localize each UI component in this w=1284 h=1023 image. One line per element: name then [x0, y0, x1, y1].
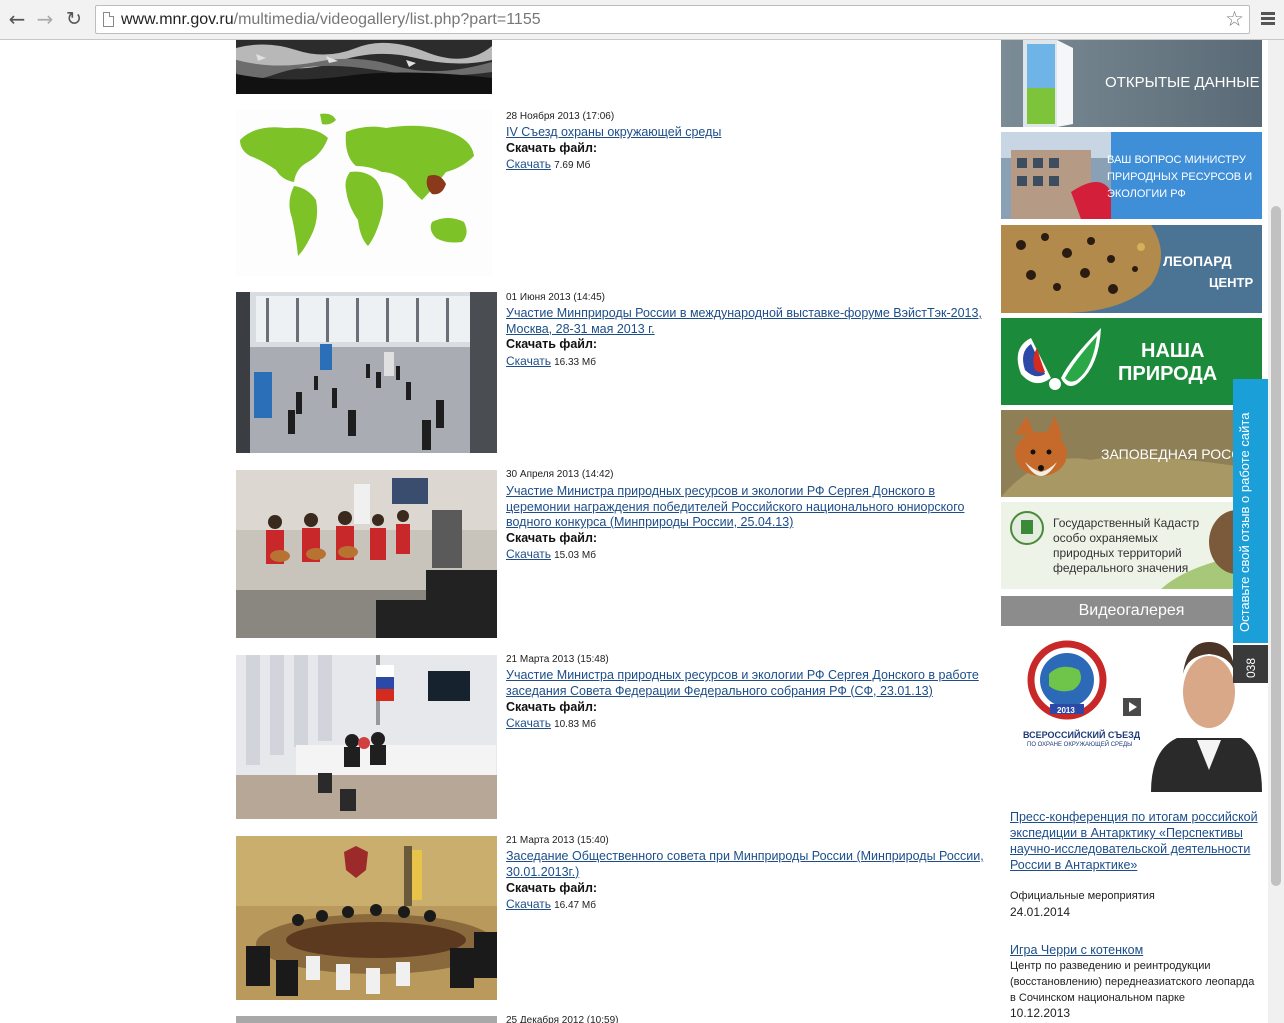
video-thumbnail[interactable] [236, 40, 492, 94]
url-host: www.mnr.gov.ru [121, 11, 234, 28]
video-thumbnail[interactable] [236, 292, 497, 453]
browser-toolbar: ← → ↻ www.mnr.gov.ru/multimedia/videogal… [0, 0, 1284, 40]
download-row: Скачать 16.33 Мб [506, 354, 596, 368]
nasha-priroda-line1: НАША [1141, 340, 1205, 362]
question-minister-banner[interactable]: ВАШ ВОПРОС МИНИСТРУ ПРИРОДНЫХ РЕСУРСОВ И… [1001, 132, 1262, 219]
video-date: 28 Ноября 2013 (17:06) [506, 111, 615, 122]
video-date: 21 Марта 2013 (15:48) [506, 654, 609, 665]
news-date: 10.12.2013 [1010, 1006, 1071, 1020]
file-size: 15.03 Мб [554, 550, 596, 561]
leopard-center-line1: ЛЕОПАРД [1163, 253, 1232, 269]
news-title-link[interactable]: Игра Черри с котенком [1010, 942, 1258, 958]
download-row: Скачать 10.83 Мб [506, 716, 596, 730]
video-title-link[interactable]: Участие Минприроды России в международно… [506, 306, 984, 337]
bookmark-star-icon[interactable]: ☆ [1225, 7, 1244, 31]
download-link[interactable]: Скачать [506, 354, 551, 368]
download-label: Скачать файл: [506, 337, 598, 351]
download-row: Скачать 15.03 Мб [506, 547, 596, 561]
zapovednaya-banner[interactable]: ЗАПОВЕДНАЯ РОСС [1001, 410, 1262, 497]
featured-video[interactable]: 2013 ВСЕРОССИЙСКИЙ СЪЕЗД ПО ОХРАНЕ ОКРУЖ… [1001, 630, 1262, 792]
download-link[interactable]: Скачать [506, 157, 551, 171]
nasha-priroda-banner[interactable]: НАША ПРИРОДА [1001, 318, 1262, 405]
url-text[interactable]: www.mnr.gov.ru/multimedia/videogallery/l… [121, 11, 541, 29]
cadastre-line4: федерального значения [1053, 561, 1189, 575]
cadastre-line2: особо охраняемых [1053, 531, 1158, 545]
download-link[interactable]: Скачать [506, 716, 551, 730]
download-label: Скачать файл: [506, 141, 598, 155]
video-thumbnail[interactable] [236, 110, 492, 276]
scrollbar-thumb[interactable] [1271, 206, 1281, 886]
url-path: /multimedia/videogallery/list.php?part=1… [233, 11, 541, 28]
file-size: 16.47 Мб [554, 900, 596, 911]
open-data-label: ОТКРЫТЫЕ ДАННЫЕ [1105, 74, 1260, 91]
download-row: Скачать 7.69 Мб [506, 157, 590, 171]
feedback-label[interactable]: Оставьте свой отзыв о работе сайта [1237, 368, 1252, 632]
leopard-center-banner[interactable]: ЛЕОПАРД ЦЕНТР [1001, 225, 1262, 313]
file-size: 10.83 Мб [554, 719, 596, 730]
featured-video-caption-line2: ПО ОХРАНЕ ОКРУЖАЮЩЕЙ СРЕДЫ [1027, 742, 1133, 748]
question-minister-line1: ВАШ ВОПРОС МИНИСТРУ [1107, 154, 1246, 166]
page-icon [103, 12, 114, 27]
video-date: 25 Декабря 2012 (10:59) [506, 1015, 619, 1023]
reload-icon[interactable]: ↻ [63, 8, 85, 30]
videogallery-header: Видеогалерея [1001, 596, 1262, 626]
video-title-link[interactable]: Участие Министра природных ресурсов и эк… [506, 484, 984, 531]
cadastre-banner[interactable]: Государственный Кадастр особо охраняемых… [1001, 502, 1262, 589]
featured-video-badge-year: 2013 [1057, 706, 1075, 715]
news-date: 24.01.2014 [1010, 905, 1071, 919]
video-thumbnail[interactable] [236, 836, 497, 1000]
download-link[interactable]: Скачать [506, 547, 551, 561]
cadastre-line1: Государственный Кадастр [1053, 516, 1200, 530]
featured-video-caption-line1: ВСЕРОССИЙСКИЙ СЪЕЗД [1023, 730, 1141, 740]
back-arrow-icon[interactable]: ← [6, 8, 28, 30]
download-label: Скачать файл: [506, 881, 598, 895]
video-date: 21 Марта 2013 (15:40) [506, 835, 609, 846]
news-title-link[interactable]: Пресс-конференция по итогам российской э… [1010, 809, 1258, 873]
question-minister-line3: ЭКОЛОГИИ РФ [1107, 188, 1186, 200]
download-label: Скачать файл: [506, 700, 598, 714]
browser-menu-icon[interactable] [1261, 12, 1275, 26]
video-thumbnail[interactable] [236, 470, 497, 638]
video-title-link[interactable]: Участие Министра природных ресурсов и эк… [506, 668, 984, 699]
video-date: 30 Апреля 2013 (14:42) [506, 469, 614, 480]
open-data-banner[interactable]: ОТКРЫТЫЕ ДАННЫЕ [1001, 40, 1262, 127]
video-thumbnail[interactable] [236, 655, 497, 819]
download-label: Скачать файл: [506, 531, 598, 545]
cadastre-line3: природных территорий [1053, 546, 1182, 560]
leopard-center-line2: ЦЕНТР [1209, 275, 1254, 290]
file-size: 7.69 Мб [554, 160, 591, 171]
address-bar[interactable]: www.mnr.gov.ru/multimedia/videogallery/l… [95, 5, 1250, 34]
zapovednaya-label: ЗАПОВЕДНАЯ РОСС [1101, 446, 1242, 462]
video-thumbnail[interactable] [236, 1016, 497, 1023]
file-size: 16.33 Мб [554, 357, 596, 368]
news-category: Официальные мероприятия [1010, 890, 1155, 902]
nasha-priroda-line2: ПРИРОДА [1118, 363, 1218, 385]
feedback-count: 038 [1244, 657, 1258, 678]
news-category: Центр по разведению и реинтродукции (вос… [1010, 960, 1255, 1004]
question-minister-line2: ПРИРОДНЫХ РЕСУРСОВ И [1107, 171, 1253, 183]
video-date: 01 Июня 2013 (14:45) [506, 292, 606, 303]
download-link[interactable]: Скачать [506, 897, 551, 911]
video-title-link[interactable]: Заседание Общественного совета при Минпр… [506, 849, 984, 880]
video-title-link[interactable]: IV Съезд охраны окружающей среды [506, 125, 984, 141]
forward-arrow-icon[interactable]: → [34, 8, 56, 30]
download-row: Скачать 16.47 Мб [506, 897, 596, 911]
